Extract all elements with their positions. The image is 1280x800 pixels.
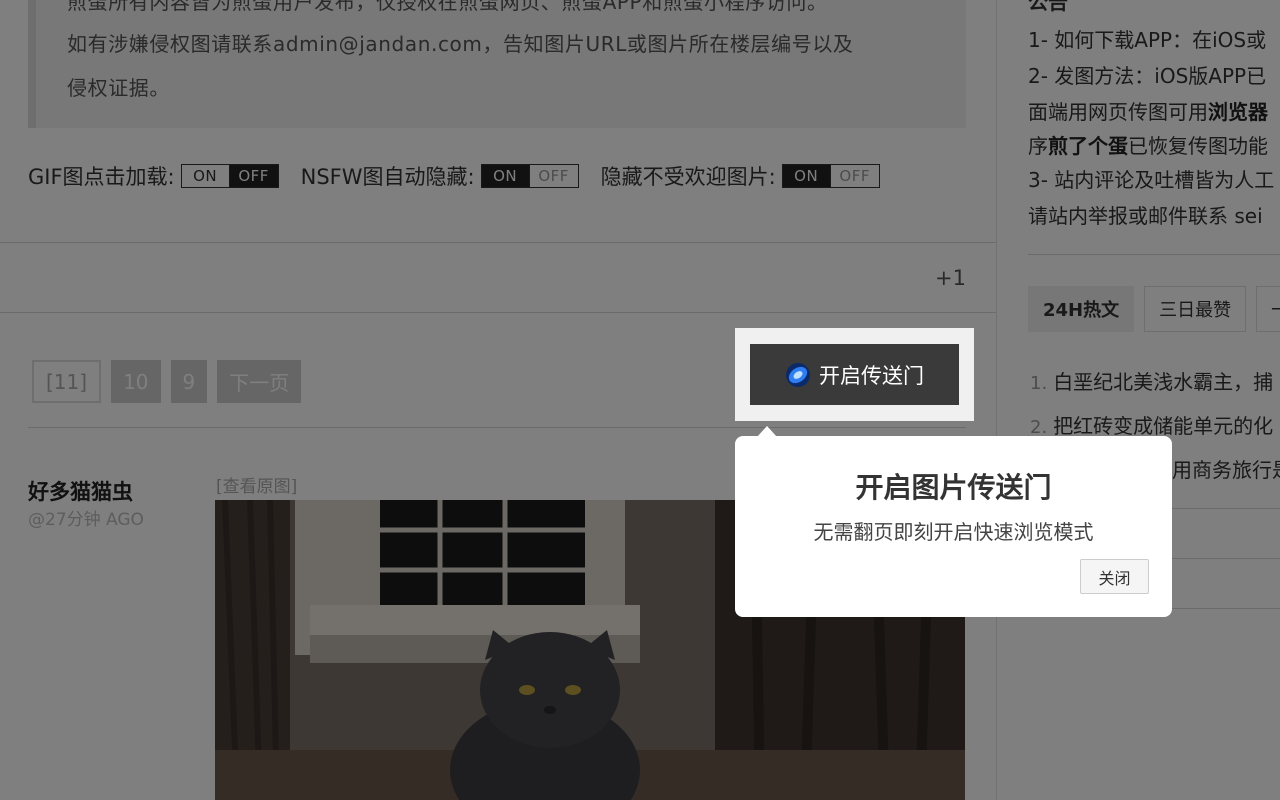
portal-popup: 开启图片传送门 无需翻页即刻开启快速浏览模式 关闭 (735, 436, 1172, 617)
portal-icon (785, 362, 811, 388)
close-button[interactable]: 关闭 (1080, 559, 1149, 594)
open-portal-label: 开启传送门 (819, 363, 924, 388)
popup-description: 无需翻页即刻开启快速浏览模式 (813, 520, 1094, 544)
modal-overlay[interactable] (0, 0, 1280, 800)
open-portal-button[interactable]: 开启传送门 (750, 344, 959, 405)
popup-title: 开启图片传送门 (855, 471, 1052, 504)
